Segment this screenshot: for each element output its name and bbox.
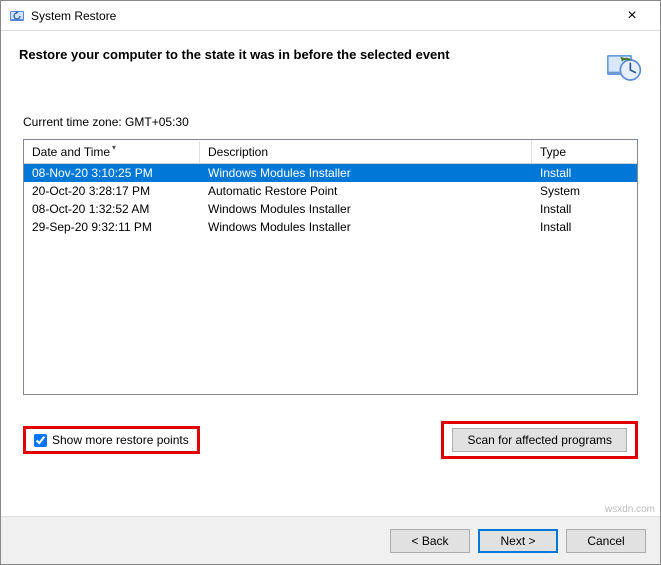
- scan-affected-button[interactable]: Scan for affected programs: [452, 428, 627, 452]
- table-rows: 08-Nov-20 3:10:25 PMWindows Modules Inst…: [24, 164, 637, 236]
- back-button[interactable]: < Back: [390, 529, 470, 553]
- cancel-button[interactable]: Cancel: [566, 529, 646, 553]
- next-button[interactable]: Next >: [478, 529, 558, 553]
- options-row: Show more restore points Scan for affect…: [23, 421, 638, 459]
- cell-description: Windows Modules Installer: [200, 165, 532, 181]
- system-restore-window: System Restore × Restore your computer t…: [0, 0, 661, 565]
- cell-description: Automatic Restore Point: [200, 183, 532, 199]
- cell-datetime: 20-Oct-20 3:28:17 PM: [24, 183, 200, 199]
- page-heading: Restore your computer to the state it wa…: [19, 45, 602, 62]
- restore-large-icon: [602, 45, 642, 85]
- col-description[interactable]: Description: [200, 141, 532, 163]
- close-button[interactable]: ×: [612, 7, 652, 25]
- cell-type: System: [532, 183, 628, 199]
- restore-points-table[interactable]: Date and Time ▾ Description Type 08-Nov-…: [23, 139, 638, 395]
- body-area: Current time zone: GMT+05:30 Date and Ti…: [1, 115, 660, 516]
- cell-datetime: 08-Nov-20 3:10:25 PM: [24, 165, 200, 181]
- table-row[interactable]: 08-Oct-20 1:32:52 AMWindows Modules Inst…: [24, 200, 637, 218]
- cell-datetime: 08-Oct-20 1:32:52 AM: [24, 201, 200, 217]
- table-header: Date and Time ▾ Description Type: [24, 140, 637, 164]
- watermark-text: wsxdn.com: [605, 504, 655, 515]
- window-title: System Restore: [31, 9, 612, 23]
- wizard-footer: < Back Next > Cancel: [1, 516, 660, 564]
- col-datetime-label: Date and Time: [32, 145, 110, 159]
- restore-icon: [9, 8, 25, 24]
- show-more-text: Show more restore points: [52, 433, 189, 447]
- col-datetime[interactable]: Date and Time ▾: [24, 141, 200, 163]
- table-row[interactable]: 08-Nov-20 3:10:25 PMWindows Modules Inst…: [24, 164, 637, 182]
- timezone-value: GMT+05:30: [125, 115, 189, 129]
- show-more-checkbox[interactable]: [34, 434, 47, 447]
- cell-datetime: 29-Sep-20 9:32:11 PM: [24, 219, 200, 235]
- cell-type: Install: [532, 219, 628, 235]
- cell-type: Install: [532, 201, 628, 217]
- show-more-checkbox-label[interactable]: Show more restore points: [34, 433, 189, 447]
- timezone-label: Current time zone:: [23, 115, 125, 129]
- sort-indicator-icon: ▾: [112, 143, 116, 152]
- show-more-highlight: Show more restore points: [23, 426, 200, 454]
- titlebar: System Restore ×: [1, 1, 660, 31]
- table-row[interactable]: 20-Oct-20 3:28:17 PMAutomatic Restore Po…: [24, 182, 637, 200]
- timezone-row: Current time zone: GMT+05:30: [23, 115, 638, 129]
- cell-description: Windows Modules Installer: [200, 219, 532, 235]
- cell-description: Windows Modules Installer: [200, 201, 532, 217]
- table-row[interactable]: 29-Sep-20 9:32:11 PMWindows Modules Inst…: [24, 218, 637, 236]
- header-area: Restore your computer to the state it wa…: [1, 31, 660, 115]
- scan-highlight: Scan for affected programs: [441, 421, 638, 459]
- col-type[interactable]: Type: [532, 141, 628, 163]
- cell-type: Install: [532, 165, 628, 181]
